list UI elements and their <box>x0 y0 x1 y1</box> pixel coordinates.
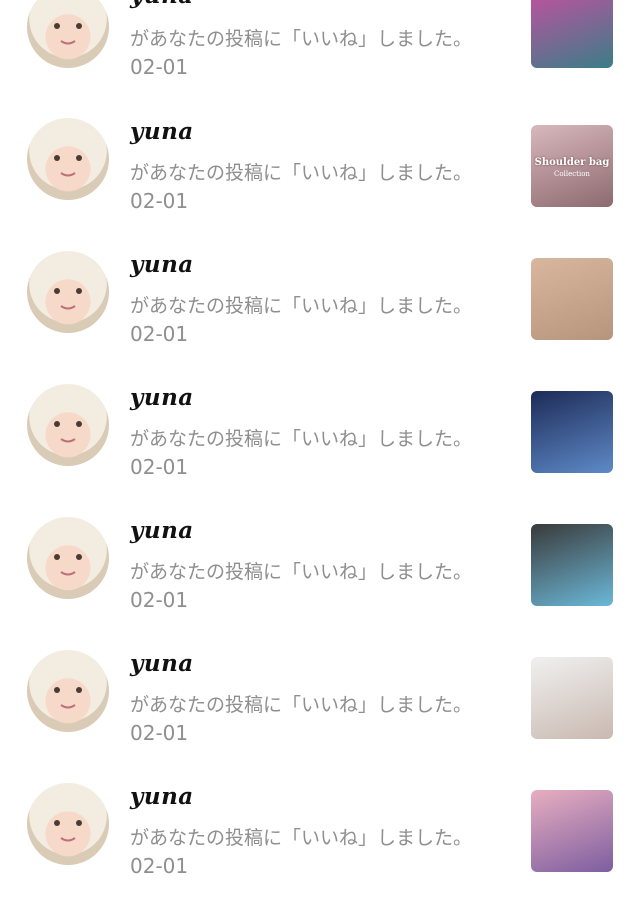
notification-date: 02-01 <box>130 322 189 346</box>
post-thumbnail[interactable] <box>531 0 613 68</box>
list-item[interactable]: yuna があなたの投稿に「いいね」しました。 02-01 <box>0 783 640 916</box>
notification-date: 02-01 <box>130 588 189 612</box>
user-name[interactable]: yuna <box>130 118 194 145</box>
avatar[interactable] <box>27 783 109 865</box>
avatar[interactable] <box>27 517 109 599</box>
post-thumbnail[interactable] <box>531 790 613 872</box>
avatar[interactable] <box>27 251 109 333</box>
notification-message: があなたの投稿に「いいね」しました。 <box>130 428 473 450</box>
user-name[interactable]: yuna <box>130 251 194 278</box>
notification-list: yuna があなたの投稿に「いいね」しました。 02-01 yuna があなたの… <box>0 0 640 878</box>
notification-date: 02-01 <box>130 55 189 79</box>
list-item[interactable]: yuna があなたの投稿に「いいね」しました。 02-01 <box>0 251 640 384</box>
post-thumbnail[interactable] <box>531 524 613 606</box>
post-thumbnail[interactable]: Shoulder bag Collection <box>531 125 613 207</box>
list-item[interactable]: yuna があなたの投稿に「いいね」しました。 02-01 <box>0 0 640 119</box>
notification-date: 02-01 <box>130 455 189 479</box>
list-item[interactable]: yuna があなたの投稿に「いいね」しました。 02-01 <box>0 650 640 783</box>
notification-date: 02-01 <box>130 854 189 878</box>
list-item[interactable]: yuna があなたの投稿に「いいね」しました。 02-01 Shoulder b… <box>0 118 640 251</box>
notification-message: があなたの投稿に「いいね」しました。 <box>130 561 473 583</box>
thumbnail-subcaption: Collection <box>554 170 590 178</box>
thumbnail-caption: Shoulder bag <box>534 157 610 168</box>
notification-message: があなたの投稿に「いいね」しました。 <box>130 295 473 317</box>
notification-date: 02-01 <box>130 189 189 213</box>
post-thumbnail[interactable] <box>531 657 613 739</box>
avatar[interactable] <box>27 650 109 732</box>
user-name[interactable]: yuna <box>130 0 194 9</box>
list-item[interactable]: yuna があなたの投稿に「いいね」しました。 02-01 <box>0 517 640 650</box>
avatar[interactable] <box>27 0 109 68</box>
notification-message: があなたの投稿に「いいね」しました。 <box>130 827 473 849</box>
user-name[interactable]: yuna <box>130 650 194 677</box>
user-name[interactable]: yuna <box>130 384 194 411</box>
user-name[interactable]: yuna <box>130 783 194 810</box>
notification-message: があなたの投稿に「いいね」しました。 <box>130 28 473 50</box>
user-name[interactable]: yuna <box>130 517 194 544</box>
notification-message: があなたの投稿に「いいね」しました。 <box>130 694 473 716</box>
avatar[interactable] <box>27 384 109 466</box>
list-item[interactable]: yuna があなたの投稿に「いいね」しました。 02-01 <box>0 384 640 517</box>
notification-message: があなたの投稿に「いいね」しました。 <box>130 162 473 184</box>
post-thumbnail[interactable] <box>531 391 613 473</box>
notification-date: 02-01 <box>130 721 189 745</box>
avatar[interactable] <box>27 118 109 200</box>
post-thumbnail[interactable] <box>531 258 613 340</box>
